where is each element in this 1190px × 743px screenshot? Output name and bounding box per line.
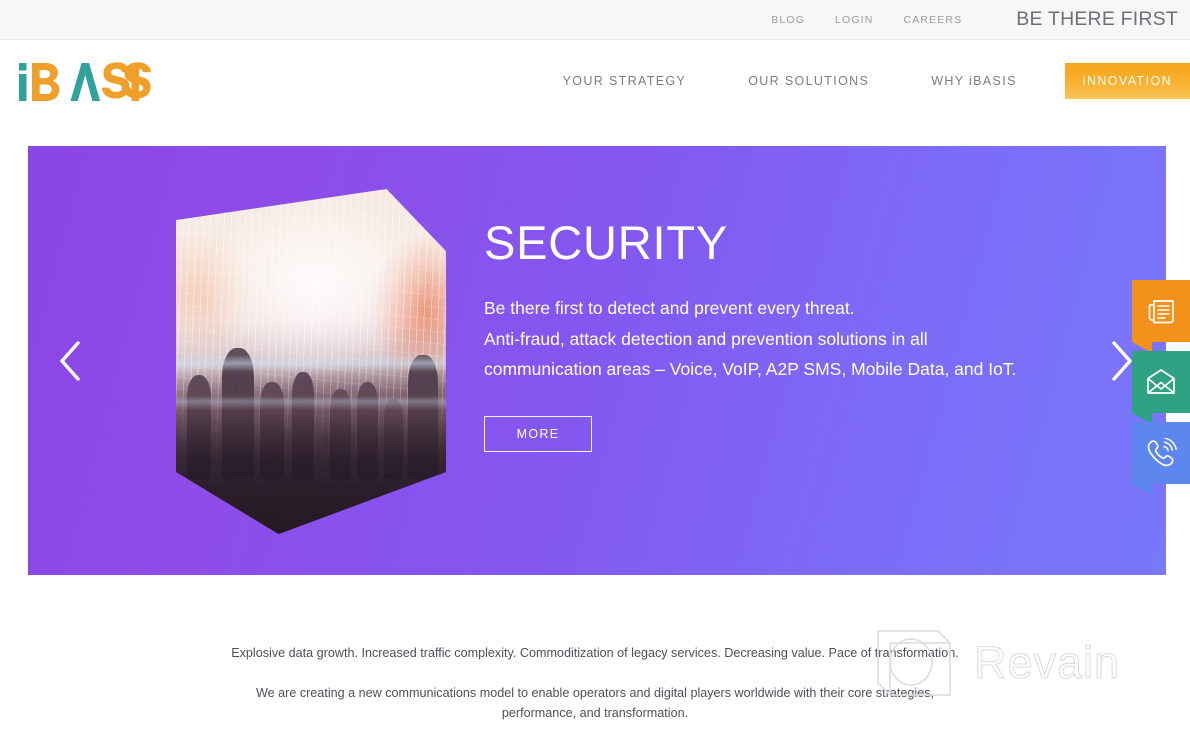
hero-line-1: Be there first to detect and prevent eve… [484,298,855,319]
main-navigation: YOUR STRATEGY OUR SOLUTIONS WHY iBASIS i… [531,40,1190,122]
top-utility-links: BLOG LOGIN CAREERS [771,14,962,26]
intro-content: Explosive data growth. Increased traffic… [0,643,1190,743]
topbar-link-login[interactable]: LOGIN [835,14,873,26]
topbar-link-blog[interactable]: BLOG [771,14,805,26]
hero-title: SECURITY [484,216,729,269]
hero-line-2: Anti-fraud, attack detection and prevent… [484,328,928,349]
side-tab-call[interactable] [1132,422,1190,495]
nav-item-why-ibasis[interactable]: WHY iBASIS [899,74,1049,88]
nav-cta-innovation[interactable]: iNNOVATION [1064,63,1190,99]
top-utility-bar: BLOG LOGIN CAREERS BE THERE FIRST [0,0,1190,40]
side-tab-news[interactable] [1132,280,1190,353]
floating-side-tabs [1132,280,1190,495]
nav-item-your-strategy[interactable]: YOUR STRATEGY [531,74,719,88]
envelope-icon [1147,369,1175,394]
chevron-left-icon [60,340,80,381]
side-tab-contact[interactable] [1132,351,1190,424]
brand-tagline: BE THERE FIRST [1016,8,1178,30]
topbar-link-careers[interactable]: CAREERS [903,14,962,26]
intro-paragraph-2: We are creating a new communications mod… [255,686,935,720]
site-header: YOUR STRATEGY OUR SOLUTIONS WHY iBASIS i… [0,40,1190,122]
intro-paragraph-1: Explosive data growth. Increased traffic… [231,646,959,660]
nav-item-our-solutions[interactable]: OUR SOLUTIONS [718,74,899,88]
hero-slide-security: SECURITY Be there first to detect and pr… [28,146,1166,575]
ibasis-logo-mark [19,62,151,101]
hero-more-button[interactable]: MORE [484,415,592,452]
ibasis-logo[interactable] [18,58,160,104]
newspaper-icon [1148,300,1174,324]
hero-copy: SECURITY Be there first to detect and pr… [484,218,1124,452]
slider-prev-arrow[interactable] [48,334,92,388]
hero-line-3: communication areas – Voice, VoIP, A2P S… [484,359,1017,380]
hero-image [176,189,446,534]
hero-slider: SECURITY Be there first to detect and pr… [28,146,1166,575]
hero-image-light-streak [176,189,446,534]
phone-ring-icon [1147,438,1177,467]
